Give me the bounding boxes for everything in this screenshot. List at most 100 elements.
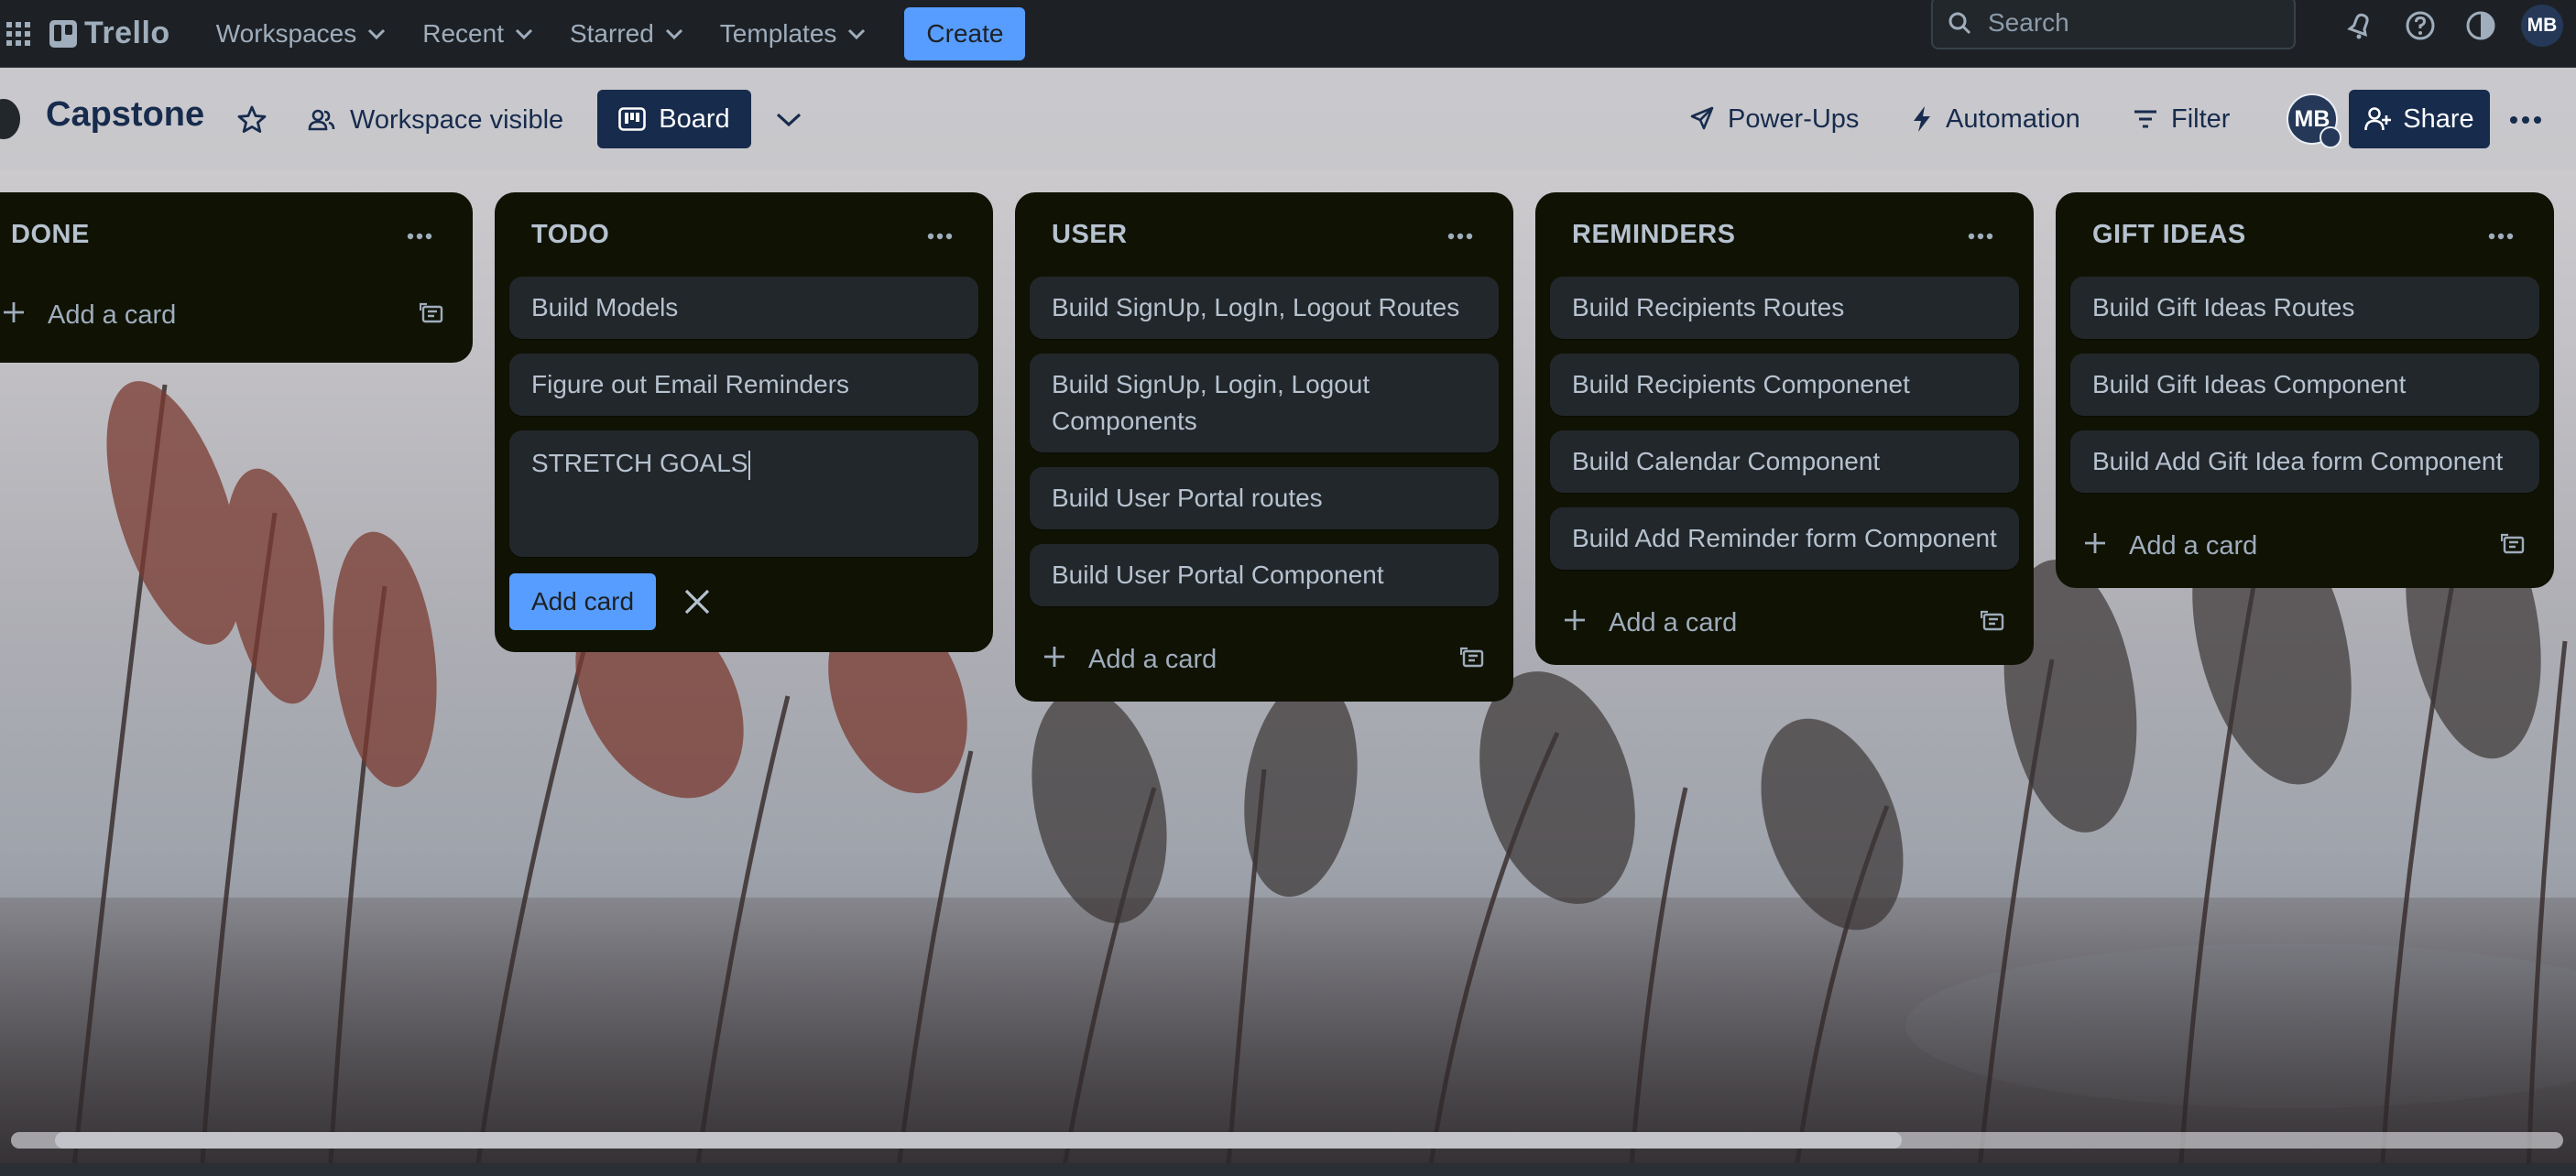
chevron-down-icon [515, 28, 533, 39]
search-box[interactable] [1931, 0, 2296, 49]
board-menu-button[interactable] [2503, 97, 2549, 143]
help-button[interactable] [2396, 2, 2444, 49]
window-bottom-edge [0, 1163, 2576, 1176]
list-title[interactable]: REMINDERS [1572, 220, 1736, 250]
trello-logo[interactable]: Trello [49, 16, 170, 51]
member-avatar[interactable]: MB [2287, 93, 2341, 148]
theme-toggle-button[interactable] [2457, 2, 2505, 49]
starred-menu-button[interactable]: Starred [551, 8, 702, 60]
card[interactable]: Build Add Gift Idea form Component [2070, 430, 2539, 493]
add-card-submit-button[interactable]: Add card [509, 573, 657, 630]
list-actions-button[interactable] [1440, 220, 1480, 253]
templates-menu-button[interactable]: Templates [702, 8, 885, 60]
admin-badge-icon [2319, 126, 2341, 148]
trello-logo-icon [49, 19, 77, 48]
star-icon [237, 105, 267, 133]
share-label: Share [2403, 103, 2474, 134]
card[interactable]: Figure out Email Reminders [509, 354, 978, 416]
list-reminders: REMINDERS Build Recipients Routes Build … [1535, 192, 2034, 665]
chevron-down-icon [665, 28, 682, 39]
list-done: DONE Add a card [0, 192, 473, 363]
list-user: USER Build SignUp, LogIn, Logout Routes … [1015, 192, 1513, 702]
composer-text: STRETCH GOALS [531, 449, 748, 477]
visibility-button[interactable]: Workspace visible [308, 93, 563, 147]
sidebar-expand-button[interactable] [0, 99, 20, 139]
card[interactable]: Build Gift Ideas Component [2070, 354, 2539, 416]
share-button[interactable]: Share [2349, 90, 2490, 148]
text-cursor [748, 450, 751, 480]
board-view-button[interactable]: Board [597, 90, 751, 148]
board-title[interactable]: Capstone [46, 95, 204, 135]
create-button[interactable]: Create [904, 6, 1026, 60]
card-template-icon[interactable] [420, 302, 445, 326]
power-ups-label: Power-Ups [1728, 103, 1860, 134]
card-template-icon[interactable] [1981, 610, 2006, 634]
help-icon [2406, 11, 2435, 40]
filter-label: Filter [2171, 103, 2231, 134]
list-todo: TODO Build Models Figure out Email Remin… [495, 192, 993, 652]
card[interactable]: Build Models [509, 277, 978, 339]
visibility-label: Workspace visible [350, 104, 564, 135]
list-actions-button[interactable] [920, 220, 960, 253]
top-navigation-bar: Trello Workspaces Recent Starred Templat… [0, 0, 2576, 68]
card[interactable]: Build SignUp, Login, Logout Components [1030, 354, 1499, 452]
recent-label: Recent [422, 18, 504, 48]
account-avatar[interactable]: MB [2521, 5, 2563, 47]
plus-icon [2085, 533, 2105, 553]
add-card-label: Add a card [1609, 608, 1738, 637]
card[interactable]: Build Add Reminder form Component [1550, 507, 2019, 570]
contrast-icon [2466, 11, 2495, 40]
list-header: GIFT IDEAS [2056, 192, 2554, 277]
card-list: Build Recipients Routes Build Recipients… [1535, 277, 2034, 570]
card[interactable]: Build SignUp, LogIn, Logout Routes [1030, 277, 1499, 339]
card[interactable]: Build Calendar Component [1550, 430, 2019, 493]
add-card-button[interactable]: Add a card [1015, 621, 1513, 702]
notifications-button[interactable] [2336, 2, 2384, 49]
automation-label: Automation [1946, 103, 2080, 134]
card[interactable]: Build Recipients Componenet [1550, 354, 2019, 416]
composer-controls: Add card [495, 557, 993, 652]
star-board-button[interactable] [233, 101, 271, 139]
filter-button[interactable]: Filter [2133, 90, 2230, 148]
list-title[interactable]: USER [1052, 220, 1128, 250]
scrollbar-thumb[interactable] [55, 1132, 1902, 1149]
card[interactable]: Build Gift Ideas Routes [2070, 277, 2539, 339]
card-template-icon[interactable] [2501, 533, 2527, 557]
brand-name: Trello [84, 16, 170, 50]
board-header: Capstone Workspace visible Board Power-U… [0, 68, 2576, 170]
search-input[interactable] [1986, 7, 2265, 38]
recent-menu-button[interactable]: Recent [404, 8, 551, 60]
power-ups-button[interactable]: Power-Ups [1687, 90, 1859, 148]
list-title[interactable]: GIFT IDEAS [2092, 220, 2246, 250]
more-horizontal-icon [2510, 116, 2541, 124]
list-actions-button[interactable] [399, 220, 440, 253]
cancel-composer-button[interactable] [674, 579, 720, 625]
workspace-members-icon [308, 109, 335, 131]
card[interactable]: Build User Portal Component [1030, 544, 1499, 606]
card-composer-textarea[interactable]: STRETCH GOALS [509, 430, 978, 557]
workspaces-menu-button[interactable]: Workspaces [198, 8, 405, 60]
list-actions-button[interactable] [2481, 220, 2521, 253]
card[interactable]: Build Recipients Routes [1550, 277, 2019, 339]
card-template-icon[interactable] [1460, 647, 1486, 670]
list-gift-ideas: GIFT IDEAS Build Gift Ideas Routes Build… [2056, 192, 2554, 588]
card-list: Build Models Figure out Email Reminders [495, 277, 993, 416]
add-card-button[interactable]: Add a card [2056, 507, 2554, 588]
starred-label: Starred [569, 18, 654, 48]
more-horizontal-icon [1447, 233, 1473, 240]
list-title[interactable]: TODO [531, 220, 609, 250]
app-switcher-icon[interactable] [0, 16, 37, 52]
add-card-button[interactable]: Add a card [1535, 584, 2034, 665]
plus-icon [4, 302, 24, 322]
top-right-icons: MB [2323, 0, 2576, 51]
automation-button[interactable]: Automation [1911, 90, 2080, 148]
add-card-button[interactable]: Add a card [0, 277, 473, 357]
chevron-down-icon [776, 113, 802, 127]
switch-views-button[interactable] [770, 101, 808, 139]
list-title[interactable]: DONE [11, 220, 90, 250]
add-card-label: Add a card [48, 300, 177, 330]
filter-icon [2134, 110, 2156, 128]
card[interactable]: Build User Portal routes [1030, 467, 1499, 529]
list-actions-button[interactable] [1960, 220, 2001, 253]
search-icon [1948, 12, 1971, 35]
